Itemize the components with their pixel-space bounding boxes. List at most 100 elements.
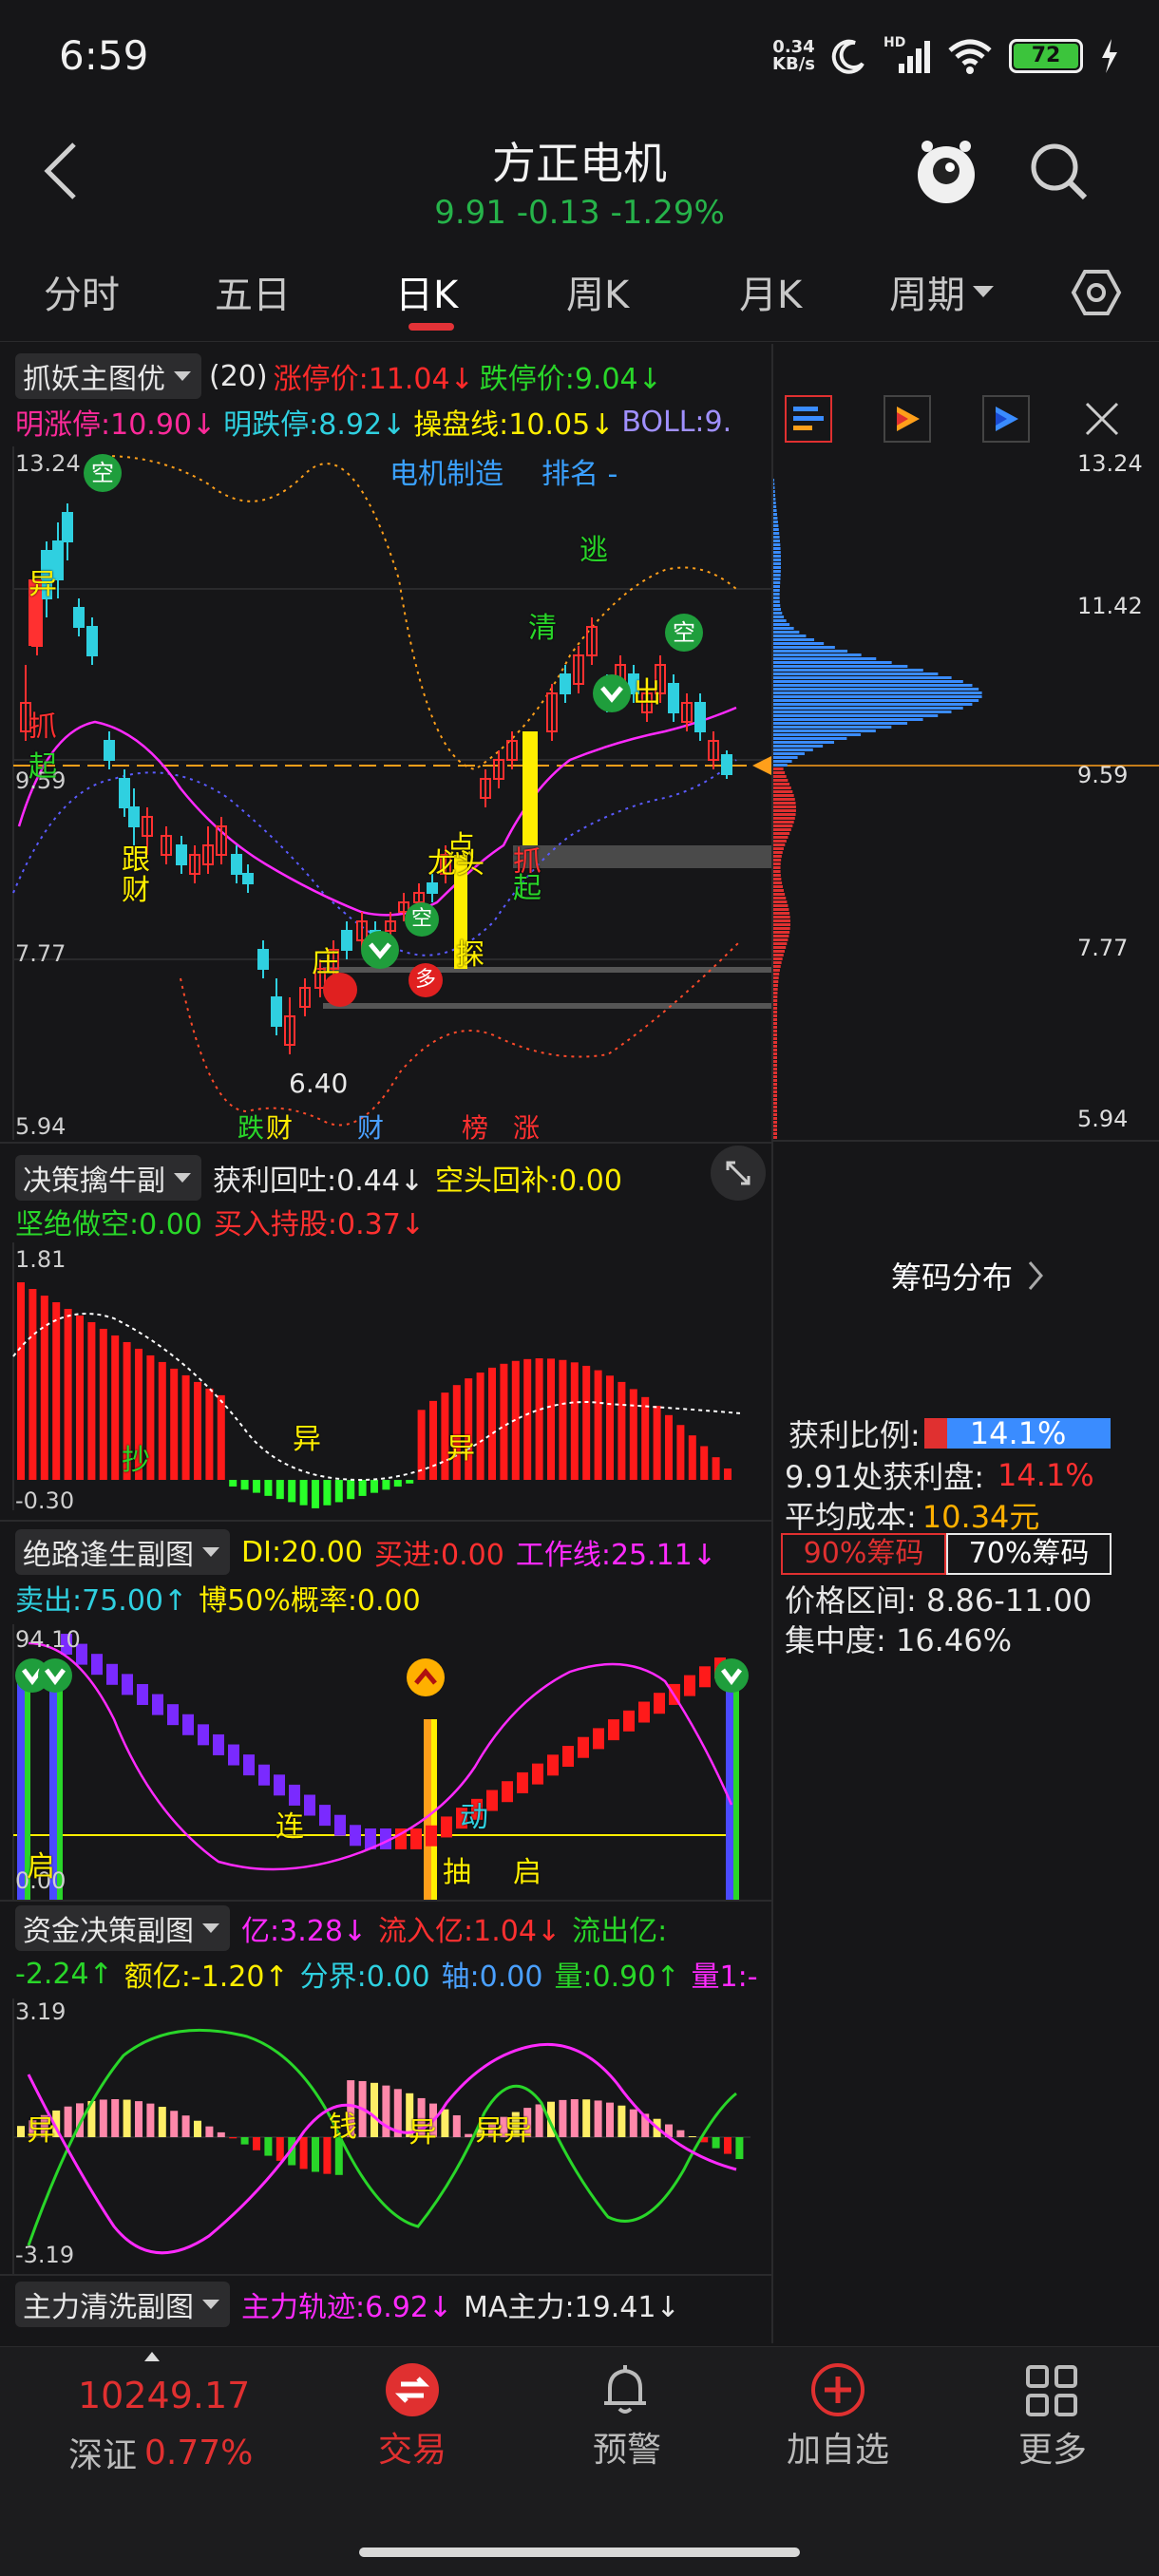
trade-icon[interactable] bbox=[386, 2363, 439, 2416]
tab-daily-k[interactable]: 日K bbox=[395, 264, 458, 319]
sub1-bar bbox=[299, 1480, 308, 1506]
chip-bar bbox=[773, 699, 979, 702]
status-icons: 0.34 KB/s HD 72 bbox=[772, 32, 1121, 80]
chip-blue-icon[interactable] bbox=[982, 395, 1030, 443]
sub2-block bbox=[91, 1654, 103, 1676]
chart-tag[interactable]: 财 bbox=[266, 1108, 293, 1146]
sub1-bar bbox=[547, 1358, 555, 1480]
chip-bar bbox=[773, 540, 780, 542]
y-label: -0.30 bbox=[15, 1487, 75, 1514]
charging-icon bbox=[1102, 39, 1117, 73]
down-signal-circle bbox=[38, 1658, 72, 1693]
chip-bar bbox=[773, 1087, 777, 1089]
sub1-bar bbox=[606, 1375, 614, 1480]
sub2-block bbox=[243, 1754, 255, 1776]
sub3-bar bbox=[217, 2131, 225, 2137]
chip90-button[interactable]: 90%筹码 bbox=[781, 1533, 946, 1575]
close-icon[interactable] bbox=[1081, 398, 1123, 440]
tab-five-day[interactable]: 五日 bbox=[215, 264, 291, 319]
nav-trade[interactable]: 交易 bbox=[336, 2422, 488, 2472]
sub1-values: 获利回吐:0.44↓ 空头回补:0.00 bbox=[213, 1157, 622, 1199]
chip-bar bbox=[773, 870, 781, 873]
mascot-icon[interactable] bbox=[910, 133, 982, 209]
settings-hexagon-icon[interactable] bbox=[1070, 266, 1123, 319]
sub3-indicator-select[interactable]: 资金决策副图 bbox=[15, 1905, 230, 1951]
chip-bar bbox=[773, 718, 923, 721]
sub2-block bbox=[182, 1714, 194, 1735]
sub1-values-2: 坚绝做空:0.00 买入持股:0.37↓ bbox=[15, 1201, 425, 1242]
nav-alert[interactable]: 预警 bbox=[551, 2422, 703, 2472]
candle-body bbox=[341, 930, 352, 951]
sector-name[interactable]: 电机制造 bbox=[390, 450, 504, 492]
chip-bar bbox=[773, 486, 775, 489]
chart-tag[interactable]: 财 bbox=[357, 1108, 384, 1146]
sub2-chart[interactable] bbox=[0, 1624, 771, 1900]
sub2-block bbox=[517, 1771, 528, 1793]
sub1-bar bbox=[594, 1370, 602, 1480]
chip70-button[interactable]: 70%筹码 bbox=[946, 1533, 1112, 1575]
signal-mark: 异 bbox=[293, 1423, 321, 1456]
chip-orange-icon[interactable] bbox=[884, 395, 931, 443]
sub2-block bbox=[350, 1825, 361, 1847]
expand-icon[interactable] bbox=[711, 1146, 766, 1201]
indicator-value: 主力轨迹:6.92↓ bbox=[241, 2291, 453, 2324]
chip-bar bbox=[773, 1041, 778, 1044]
chip-bar bbox=[773, 1060, 777, 1063]
chip-bar bbox=[773, 995, 778, 998]
sub1-bar bbox=[570, 1362, 579, 1480]
more-grid-icon[interactable] bbox=[1024, 2363, 1079, 2418]
sub1-bar bbox=[476, 1373, 484, 1480]
add-watchlist-icon[interactable] bbox=[809, 2361, 866, 2418]
chip-bar bbox=[773, 505, 777, 508]
sub1-chart[interactable] bbox=[0, 1242, 771, 1510]
chip-distribution-link[interactable]: 筹码分布 bbox=[891, 1254, 1045, 1297]
chart-tag[interactable]: 跌 bbox=[238, 1108, 264, 1146]
nav-add-watchlist[interactable]: 加自选 bbox=[762, 2422, 914, 2472]
tab-monthly-k[interactable]: 月K bbox=[739, 264, 802, 319]
chip-bar bbox=[773, 665, 908, 668]
sub2-block bbox=[319, 1805, 331, 1827]
chip-bar bbox=[773, 589, 780, 592]
chip-bar bbox=[773, 627, 794, 630]
sub2-values: DI:20.00 买进:0.00 工作线:25.11↓ bbox=[241, 1531, 716, 1573]
sub1-bar bbox=[347, 1480, 355, 1500]
sub3-bar bbox=[158, 2107, 166, 2137]
caret-up-icon[interactable] bbox=[142, 2350, 162, 2363]
tab-intraday[interactable]: 分时 bbox=[44, 264, 120, 319]
index-value[interactable]: 10249.17 bbox=[78, 2375, 250, 2416]
profit-ratio-bar-red bbox=[923, 1418, 947, 1449]
sub1-bar bbox=[406, 1480, 414, 1484]
signal-mark: 异异 bbox=[475, 2114, 532, 2148]
tab-period[interactable]: 周期 bbox=[889, 264, 998, 319]
chip-bar bbox=[773, 483, 775, 485]
main-indicator-select[interactable]: 抓妖主图优 bbox=[15, 353, 201, 399]
kline-chart[interactable] bbox=[0, 446, 771, 1140]
signal-mark: 逃 bbox=[580, 534, 608, 567]
sub3-bar bbox=[181, 2115, 190, 2137]
candle-body bbox=[271, 996, 282, 1027]
chip-distribution-chart[interactable] bbox=[773, 446, 1159, 1140]
sub1-bar bbox=[358, 1480, 367, 1496]
chip-bar bbox=[773, 1075, 777, 1078]
chart-tag[interactable]: 涨 bbox=[513, 1108, 540, 1146]
sub1-indicator-select[interactable]: 决策擒牛副 bbox=[15, 1155, 201, 1201]
chip-bar bbox=[773, 714, 939, 717]
sub2-block bbox=[410, 1828, 422, 1849]
bell-icon[interactable] bbox=[598, 2361, 652, 2418]
chip-bar bbox=[773, 783, 790, 786]
tab-weekly-k[interactable]: 周K bbox=[566, 264, 629, 319]
nav-more[interactable]: 更多 bbox=[977, 2422, 1129, 2472]
chip-bar bbox=[773, 771, 786, 774]
search-icon[interactable] bbox=[1026, 139, 1091, 203]
chip-y-label: 5.94 bbox=[1077, 1106, 1129, 1132]
signal-mark: 钱 bbox=[329, 2111, 357, 2144]
sub4-indicator-select[interactable]: 主力清洗副图 bbox=[15, 2282, 230, 2327]
candle-body bbox=[104, 740, 115, 761]
chart-tag[interactable]: 榜 bbox=[462, 1108, 488, 1146]
sub3-bar bbox=[606, 2102, 614, 2137]
sub2-indicator-select[interactable]: 绝路逢生副图 bbox=[15, 1529, 230, 1575]
sub3-chart[interactable] bbox=[0, 1998, 771, 2274]
chip-bar bbox=[773, 779, 788, 782]
index-info[interactable]: 深证 0.77% bbox=[68, 2428, 253, 2477]
chip-list-icon[interactable] bbox=[785, 395, 832, 443]
